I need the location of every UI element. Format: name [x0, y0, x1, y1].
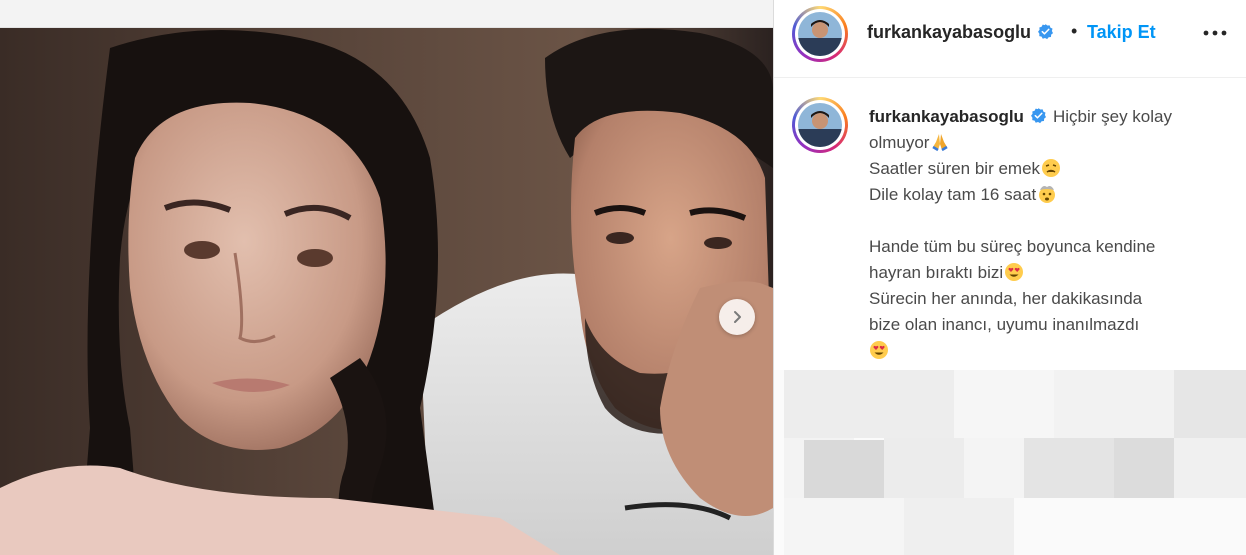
- caption-line-6: hayran bıraktı bizi: [869, 263, 1004, 282]
- caption-line-5: Hande tüm bu süreç boyunca kendine: [869, 237, 1156, 256]
- verified-badge-icon: [1031, 108, 1046, 124]
- caption-line-4: Dile kolay tam 16 saat: [869, 185, 1037, 204]
- chevron-right-icon: [734, 311, 741, 323]
- username-text[interactable]: furkankayabasoglu: [867, 22, 1031, 42]
- caption-line-3: Saatler süren bir emek: [869, 159, 1041, 178]
- folded-hands-emoji-icon: [932, 134, 949, 152]
- heart-eyes-emoji-icon: [870, 341, 888, 359]
- avatar[interactable]: [792, 6, 848, 62]
- exploding-head-emoji-icon: [1039, 186, 1056, 203]
- weary-face-emoji-icon: [1042, 159, 1061, 177]
- pixelated-comments: [774, 370, 1246, 555]
- post-caption: furkankayabasoglu Hiçbir şey kolay olmuy…: [869, 104, 1221, 364]
- verified-badge-icon: [1038, 24, 1054, 40]
- caption-avatar[interactable]: [792, 97, 848, 153]
- caption-line-7: Sürecin her anında, her dakikasında: [869, 289, 1143, 308]
- carousel-next-button[interactable]: [719, 299, 755, 335]
- more-options-icon[interactable]: [1202, 22, 1228, 44]
- post-side-panel: furkankayabasoglu • Takip Et furkankayab…: [773, 0, 1246, 555]
- caption-username[interactable]: furkankayabasoglu: [869, 107, 1047, 126]
- heart-eyes-emoji-icon: [1005, 263, 1024, 281]
- post-header: furkankayabasoglu • Takip Et: [774, 0, 1246, 78]
- post-photo: [0, 28, 773, 555]
- avatar-image: [798, 12, 842, 56]
- caption-line-1: Hiçbir şey kolay: [1052, 107, 1172, 126]
- follow-button[interactable]: Takip Et: [1087, 22, 1156, 43]
- header-separator: •: [1071, 21, 1078, 41]
- caption-line-8: bize olan inancı, uyumu inanılmazdı: [869, 315, 1140, 334]
- caption-line-2: olmuyor: [869, 133, 930, 152]
- avatar-image: [798, 103, 842, 147]
- post-username[interactable]: furkankayabasoglu: [867, 22, 1054, 43]
- media-top-strip: [0, 0, 773, 28]
- post-media: [0, 0, 773, 555]
